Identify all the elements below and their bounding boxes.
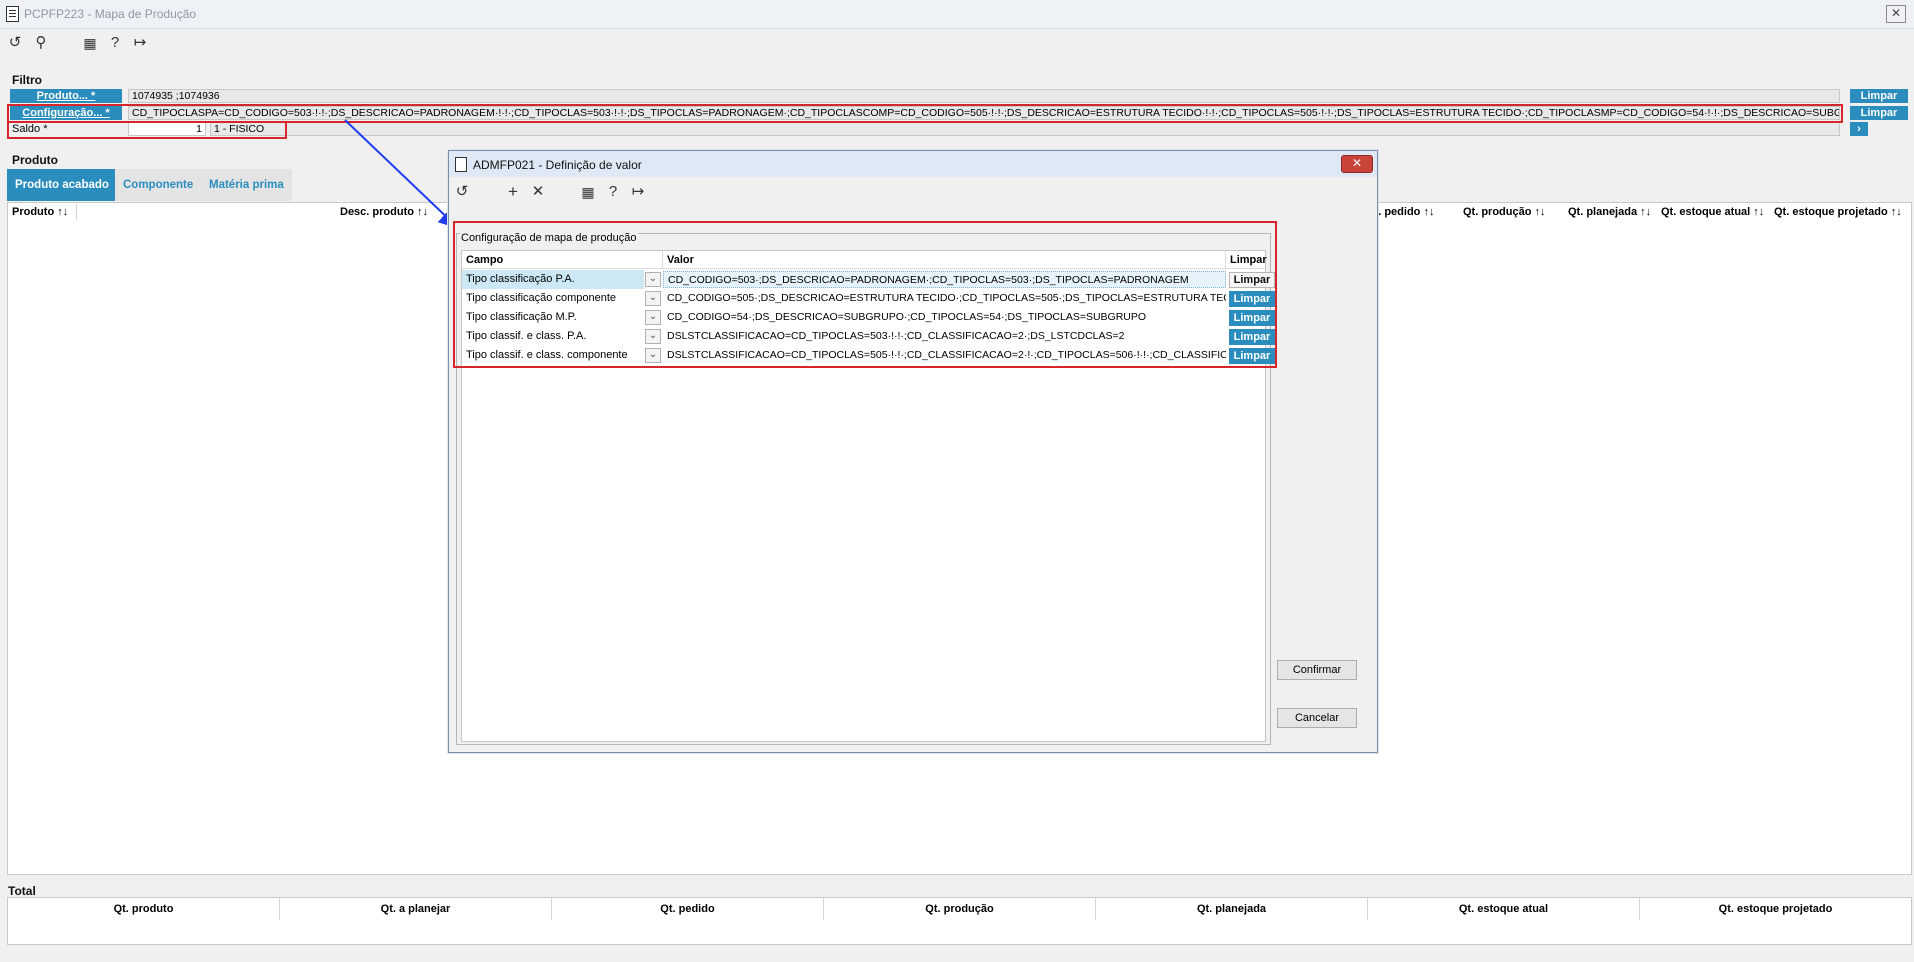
config-row[interactable]: Tipo classificação M.P. ⌄ CD_CODIGO=54·;…: [462, 308, 1275, 327]
limpar-row-button[interactable]: Limpar: [1229, 291, 1275, 307]
header-valor: Valor: [663, 251, 1226, 269]
valor-cell[interactable]: CD_CODIGO=503·;DS_DESCRICAO=PADRONAGEM·;…: [663, 271, 1226, 288]
add-icon[interactable]: +: [504, 183, 522, 201]
campo-cell: Tipo classificação P.A.: [462, 270, 644, 289]
config-row[interactable]: Tipo classif. e class. P.A. ⌄ DSLSTCLASS…: [462, 327, 1275, 346]
chevron-down-icon: ⌄: [648, 311, 658, 322]
confirmar-button[interactable]: Confirmar: [1277, 660, 1357, 680]
exit-icon[interactable]: ↦: [629, 183, 647, 201]
campo-cell: Tipo classificação M.P.: [466, 311, 577, 323]
valor-cell[interactable]: DSLSTCLASSIFICACAO=CD_TIPOCLAS=505·!·!·;…: [663, 347, 1226, 364]
limpar-row-button[interactable]: Limpar: [1229, 310, 1275, 326]
header-campo: Campo: [462, 251, 663, 269]
dropdown-button[interactable]: ⌄: [645, 272, 661, 287]
header-limpar: Limpar: [1226, 251, 1267, 269]
dialog-title: ADMFP021 - Definição de valor: [473, 158, 642, 172]
dropdown-button[interactable]: ⌄: [645, 348, 661, 363]
config-row[interactable]: Tipo classificação P.A. ⌄ CD_CODIGO=503·…: [462, 270, 1275, 289]
valor-cell[interactable]: CD_CODIGO=505·;DS_DESCRICAO=ESTRUTURA TE…: [663, 290, 1226, 307]
config-row[interactable]: Tipo classif. e class. componente ⌄ DSLS…: [462, 346, 1275, 365]
limpar-row-button[interactable]: Limpar: [1229, 272, 1275, 288]
chevron-down-icon: ⌄: [648, 292, 658, 303]
chevron-down-icon: ⌄: [648, 330, 658, 341]
config-table: Campo Valor Limpar Tipo classificação P.…: [461, 250, 1275, 742]
limpar-row-button[interactable]: Limpar: [1229, 348, 1275, 364]
undo-icon[interactable]: ↺: [453, 183, 471, 201]
dialog-toolbar: ↺ + ✕ ▦ ? ↦: [449, 181, 649, 203]
chevron-down-icon: ⌄: [648, 349, 658, 360]
campo-cell: Tipo classif. e class. componente: [466, 349, 628, 361]
limpar-row-button[interactable]: Limpar: [1229, 329, 1275, 345]
help-icon[interactable]: ?: [604, 183, 622, 201]
delete-icon[interactable]: ✕: [529, 183, 547, 201]
config-group-label: Configuração de mapa de produção: [460, 232, 638, 244]
dropdown-button[interactable]: ⌄: [645, 291, 661, 306]
definicao-valor-dialog: ADMFP021 - Definição de valor ✕ ↺ + ✕ ▦ …: [448, 150, 1378, 753]
campo-cell: Tipo classif. e class. P.A.: [466, 330, 587, 342]
valor-cell[interactable]: DSLSTCLASSIFICACAO=CD_TIPOCLAS=503·!·!·;…: [663, 328, 1226, 345]
config-row[interactable]: Tipo classificação componente ⌄ CD_CODIG…: [462, 289, 1275, 308]
campo-cell: Tipo classificação componente: [466, 292, 617, 304]
dropdown-button[interactable]: ⌄: [645, 329, 661, 344]
cancelar-button[interactable]: Cancelar: [1277, 708, 1357, 728]
chevron-down-icon: ⌄: [648, 273, 658, 284]
dialog-close-icon[interactable]: ✕: [1341, 155, 1373, 173]
dropdown-button[interactable]: ⌄: [645, 310, 661, 325]
calendar-icon[interactable]: ▦: [579, 183, 597, 201]
config-group-panel: Configuração de mapa de produção Campo V…: [456, 232, 1275, 745]
document-icon: [455, 157, 467, 172]
valor-cell[interactable]: CD_CODIGO=54·;DS_DESCRICAO=SUBGRUPO·;CD_…: [663, 309, 1226, 326]
dialog-title-bar: ADMFP021 - Definição de valor ✕: [449, 151, 1377, 177]
